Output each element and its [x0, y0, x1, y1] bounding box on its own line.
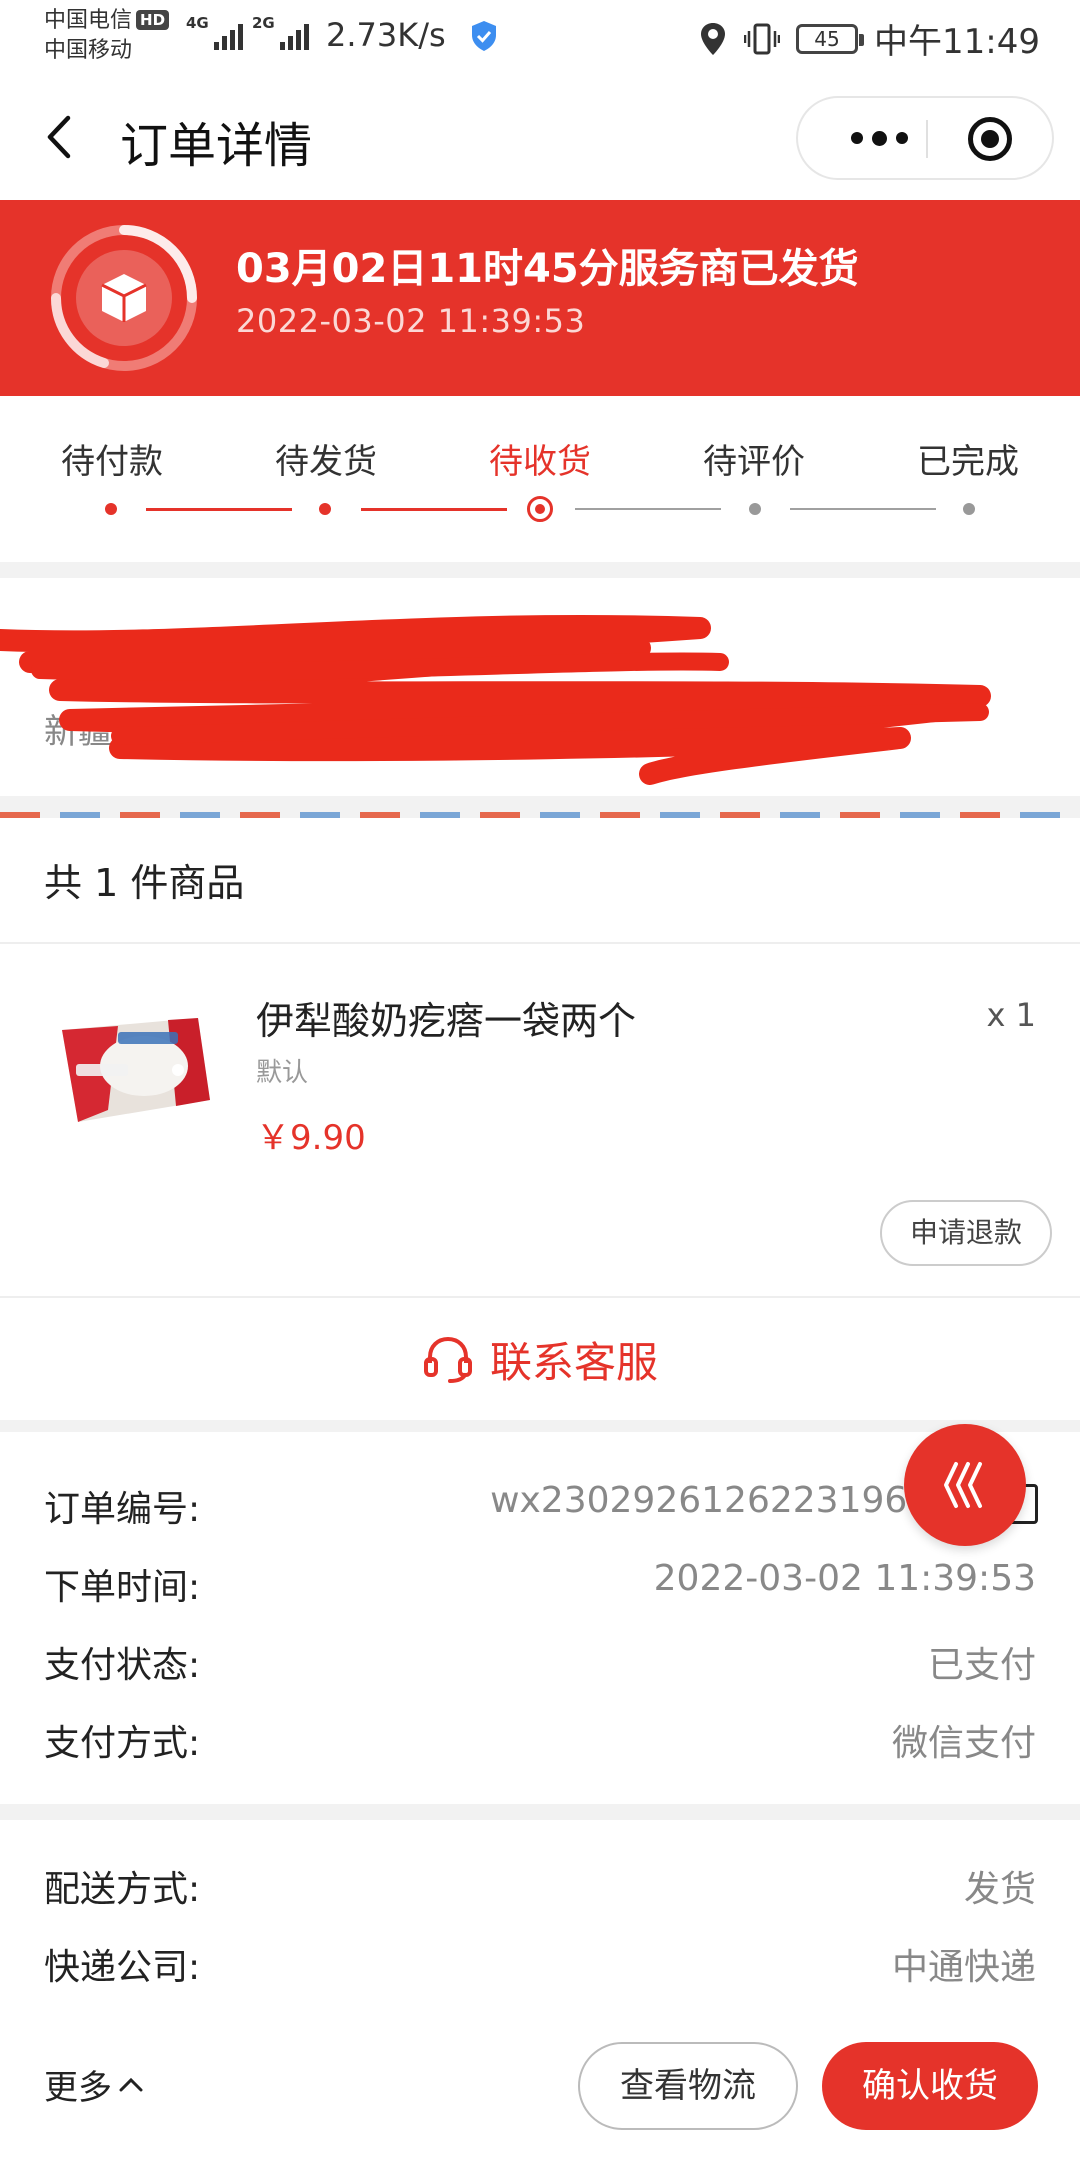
status-bar: 中国电信 HD 中国移动 4G 2G 2.73K/s 45 中午11:49: [0, 0, 1080, 74]
confirm-receipt-button[interactable]: 确认收货: [822, 2042, 1038, 2130]
carrier-info: 中国电信 HD 中国移动: [44, 6, 170, 66]
nav-bar: 订单详情: [0, 74, 1080, 200]
shipping-status-banner: 03月02日11时45分服务商已发货 2022-03-02 11:39:53: [0, 200, 1080, 396]
order-time-value: 2022-03-02 11:39:53: [653, 1558, 1036, 1599]
step-label-pending-receipt: 待收货: [489, 442, 591, 482]
step-line: [361, 508, 507, 511]
product-image[interactable]: [48, 990, 220, 1160]
chevron-up-icon: [119, 2077, 143, 2091]
step-label-pending-payment: 待付款: [61, 442, 163, 482]
miniprogram-capsule: [796, 96, 1054, 180]
step-label-pending-review: 待评价: [703, 442, 805, 482]
delivery-method-label: 配送方式:: [44, 1869, 201, 1910]
payment-method-value: 微信支付: [891, 1723, 1036, 1764]
step-dot-current: [527, 496, 553, 522]
vibrate-icon: [744, 23, 781, 54]
product-quantity: x 1: [986, 996, 1036, 1034]
battery-icon: 45: [796, 23, 865, 54]
carrier-2: 中国移动: [44, 38, 133, 63]
step-label-completed: 已完成: [917, 442, 1019, 482]
goods-count: 共 1 件商品: [44, 861, 245, 905]
divider: [0, 942, 1080, 944]
payment-status-label: 支付状态:: [44, 1645, 201, 1686]
redaction-scribble: [0, 614, 991, 785]
shipping-status-time: 2022-03-02 11:39:53: [236, 302, 586, 340]
status-right: 45 中午11:49: [698, 14, 1040, 63]
shipping-address[interactable]: 再平尔 提 18 61819 新疆维吾尔自治区 地区 17栋 507室: [0, 578, 1080, 796]
order-progress-steps: 待付款 待发货 待收货 待评价 已完成: [0, 396, 1080, 562]
location-icon: [701, 22, 726, 55]
order-time-row: 下单时间: 2022-03-02 11:39:53: [0, 1558, 1080, 1618]
step-line: [146, 508, 292, 511]
capsule-divider: [926, 120, 928, 158]
step-dot: [749, 503, 761, 515]
page-title: 订单详情: [120, 118, 313, 174]
order-time-label: 下单时间:: [44, 1567, 201, 1608]
request-refund-button[interactable]: 申请退款: [880, 1200, 1052, 1266]
step-line: [575, 508, 721, 510]
courier-row: 快递公司: 中通快递: [0, 1938, 1080, 1998]
step-label-pending-shipment: 待发货: [275, 442, 377, 482]
product-name: 伊犁酸奶疙瘩一袋两个: [256, 999, 637, 1043]
shipping-status-title: 03月02日11时45分服务商已发货: [236, 246, 859, 292]
shield-icon: [472, 21, 496, 51]
more-label: 更多: [44, 2068, 112, 2108]
payment-method-row: 支付方式: 微信支付: [0, 1714, 1080, 1774]
view-logistics-button[interactable]: 查看物流: [578, 2042, 798, 2130]
carrier-1: 中国电信: [44, 8, 133, 33]
order-number-label: 订单编号:: [44, 1489, 201, 1530]
headset-icon: [423, 1336, 472, 1383]
payment-status-row: 支付状态: 已支付: [0, 1636, 1080, 1696]
payment-method-label: 支付方式:: [44, 1723, 201, 1764]
step-line: [790, 508, 936, 510]
step-dot: [105, 503, 117, 515]
clock: 中午11:49: [874, 22, 1040, 62]
delivery-section: 配送方式: 发货 快递公司: 中通快递 更多 查看物流 确认收货: [0, 1820, 1080, 2160]
courier-value: 中通快递: [891, 1947, 1036, 1988]
product-spec: 默认: [256, 1058, 309, 1088]
hd-badge: HD: [136, 10, 170, 30]
signal-2g-icon: 2G: [252, 14, 309, 50]
more-link[interactable]: 更多: [44, 2060, 144, 2109]
chevrons-left-icon: [944, 1462, 982, 1508]
delivery-method-row: 配送方式: 发货: [0, 1860, 1080, 1920]
delivery-method-value: 发货: [963, 1869, 1036, 1910]
net-speed: 2.73K/s: [326, 16, 446, 54]
signal-4g-icon: 4G: [186, 14, 243, 50]
back-arrow-icon[interactable]: [40, 112, 80, 162]
floating-menu-button[interactable]: [904, 1424, 1026, 1546]
contact-service-bar: 联系客服: [0, 1296, 1080, 1420]
step-dot: [319, 503, 331, 515]
package-icon: [51, 225, 197, 371]
more-options-button[interactable]: [834, 98, 924, 178]
product-price: ￥9.90: [256, 1118, 366, 1158]
contact-service-label: 联系客服: [489, 1337, 658, 1387]
goods-card: 共 1 件商品 伊犁酸奶疙瘩一袋两个 默认 ￥9.90 x 1 申请退款: [0, 818, 1080, 1296]
courier-label: 快递公司:: [44, 1947, 201, 1988]
payment-status-value: 已支付: [927, 1645, 1036, 1686]
close-miniprogram-button[interactable]: [968, 117, 1012, 161]
step-dot: [963, 503, 975, 515]
contact-service-button[interactable]: 联系客服: [0, 1298, 1080, 1420]
